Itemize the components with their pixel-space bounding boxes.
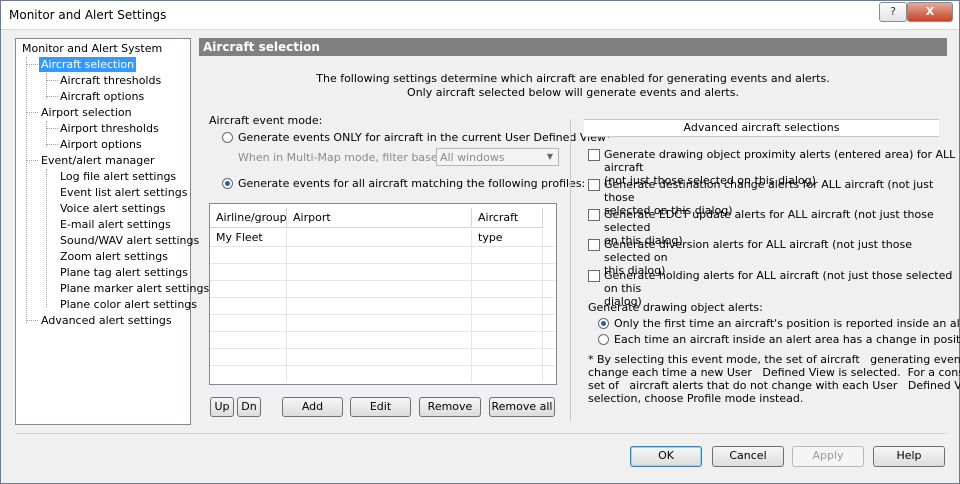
tree-connector bbox=[26, 112, 38, 113]
advanced-selections-title: Advanced aircraft selections bbox=[584, 119, 939, 137]
tree-connector bbox=[26, 160, 38, 161]
remove-all-button[interactable]: Remove all bbox=[489, 397, 555, 417]
tree-item-aircraft-thresholds[interactable]: Aircraft thresholds bbox=[58, 73, 163, 88]
tree-item-airport-options[interactable]: Airport options bbox=[58, 137, 144, 152]
tree-connector bbox=[26, 320, 38, 321]
note-line: selection, choose Profile mode instead. bbox=[588, 392, 804, 405]
column-header-airline[interactable]: Airline/group bbox=[210, 208, 287, 228]
table-cell bbox=[287, 230, 472, 246]
tree-item-aircraft-selection[interactable]: Aircraft selection bbox=[39, 57, 137, 72]
tree-connector bbox=[46, 169, 47, 307]
chevron-down-icon: ▼ bbox=[546, 152, 554, 161]
tree-connector bbox=[46, 128, 58, 129]
tree-connector bbox=[46, 96, 58, 97]
tree-item-monitor-alert-system[interactable]: Monitor and Alert System bbox=[20, 41, 164, 56]
tree-connector bbox=[46, 80, 58, 81]
tree-connector bbox=[26, 57, 27, 323]
radio-selected-dot bbox=[601, 321, 606, 326]
ok-button[interactable]: OK bbox=[630, 446, 702, 467]
multimap-filter-label: When in Multi-Map mode, filter based on: bbox=[238, 151, 466, 164]
checkbox-label-line: Generate destination change alerts for A… bbox=[604, 178, 934, 204]
panel-description: The following settings determine which a… bbox=[199, 72, 947, 100]
tree-item-advanced-alert[interactable]: Advanced alert settings bbox=[39, 313, 174, 328]
note-line: change each time a new User Defined View… bbox=[588, 366, 960, 379]
title-bar: Monitor and Alert Settings ? X bbox=[1, 1, 959, 30]
checkbox-label-line: Generate diversion alerts for ALL aircra… bbox=[604, 238, 912, 264]
diversion-checkbox[interactable] bbox=[588, 239, 600, 251]
tree-item-airport-thresholds[interactable]: Airport thresholds bbox=[58, 121, 161, 136]
tree-item-event-alert-manager[interactable]: Event/alert manager bbox=[39, 153, 157, 168]
tree-item-email-alert[interactable]: E-mail alert settings bbox=[58, 217, 173, 232]
add-button[interactable]: Add bbox=[282, 397, 343, 417]
table-row-empty bbox=[210, 332, 556, 349]
table-row-empty bbox=[210, 349, 556, 366]
help-button[interactable]: Help bbox=[873, 446, 945, 467]
profiles-table[interactable]: Airline/group Airport Aircraft type My F… bbox=[209, 203, 557, 385]
table-row-empty bbox=[210, 281, 556, 298]
holding-checkbox[interactable] bbox=[588, 270, 600, 282]
view-mode-label[interactable]: Generate events ONLY for aircraft in the… bbox=[238, 131, 612, 144]
description-line: Only aircraft selected below will genera… bbox=[407, 86, 739, 99]
drawing-first-label[interactable]: Only the first time an aircraft's positi… bbox=[614, 317, 960, 330]
tree-item-event-list-alert[interactable]: Event list alert settings bbox=[58, 185, 189, 200]
settings-tree[interactable]: Monitor and Alert System Aircraft select… bbox=[15, 38, 209, 425]
tree-item-voice-alert[interactable]: Voice alert settings bbox=[58, 201, 168, 216]
tree-connector bbox=[46, 144, 58, 145]
tree-item-plane-marker-alert[interactable]: Plane marker alert settings bbox=[58, 281, 211, 296]
tree-item-airport-selection[interactable]: Airport selection bbox=[39, 105, 134, 120]
profiles-mode-radio[interactable] bbox=[222, 178, 233, 189]
window-title: Monitor and Alert Settings bbox=[9, 8, 167, 22]
drawing-each-label[interactable]: Each time an aircraft inside an alert ar… bbox=[614, 333, 960, 346]
apply-button[interactable]: Apply bbox=[792, 446, 864, 467]
view-mode-radio[interactable] bbox=[222, 132, 233, 143]
multimap-filter-value: All windows bbox=[440, 151, 505, 164]
event-mode-label: Aircraft event mode: bbox=[209, 114, 323, 127]
description-line: The following settings determine which a… bbox=[316, 72, 830, 85]
checkbox-label-line: Generate drawing object proximity alerts… bbox=[604, 148, 956, 174]
multimap-filter-select[interactable]: All windows ▼ bbox=[436, 148, 559, 166]
footer-divider bbox=[15, 433, 947, 434]
tree-connector bbox=[26, 64, 38, 65]
drawing-each-radio[interactable] bbox=[598, 334, 609, 345]
move-down-button[interactable]: Dn bbox=[237, 397, 261, 417]
tree-item-sound-wav-alert[interactable]: Sound/WAV alert settings bbox=[58, 233, 201, 248]
settings-dialog: Monitor and Alert Settings ? X Monitor a… bbox=[0, 0, 960, 484]
profiles-mode-label[interactable]: Generate events for all aircraft matchin… bbox=[238, 177, 585, 190]
edit-button[interactable]: Edit bbox=[350, 397, 411, 417]
table-row-empty bbox=[210, 366, 556, 382]
radio-selected-dot bbox=[225, 181, 230, 186]
drawing-alerts-label: Generate drawing object alerts: bbox=[588, 301, 763, 314]
tree-item-aircraft-options[interactable]: Aircraft options bbox=[58, 89, 146, 104]
note-line: set of aircraft alerts that do not chang… bbox=[588, 379, 960, 392]
table-cell: My Fleet bbox=[210, 230, 287, 246]
checkbox-label-line: Generate EDCT update alerts for ALL airc… bbox=[604, 208, 934, 234]
table-row-empty bbox=[210, 298, 556, 315]
table-cell bbox=[472, 230, 543, 246]
move-up-button[interactable]: Up bbox=[210, 397, 234, 417]
table-row[interactable]: My Fleet bbox=[210, 230, 556, 247]
help-title-button[interactable]: ? bbox=[879, 2, 907, 22]
tree-item-plane-color-alert[interactable]: Plane color alert settings bbox=[58, 297, 199, 312]
column-header-airport[interactable]: Airport bbox=[287, 208, 472, 228]
close-button[interactable]: X bbox=[907, 2, 953, 22]
column-header-aircraft-type[interactable]: Aircraft type bbox=[472, 208, 543, 244]
table-row-empty bbox=[210, 247, 556, 264]
tree-item-plane-tag-alert[interactable]: Plane tag alert settings bbox=[58, 265, 190, 280]
profile-mode-note: * By selecting this event mode, the set … bbox=[588, 353, 960, 405]
table-row-empty bbox=[210, 315, 556, 332]
edct-update-checkbox[interactable] bbox=[588, 209, 600, 221]
remove-button[interactable]: Remove bbox=[419, 397, 481, 417]
note-line: * By selecting this event mode, the set … bbox=[588, 353, 960, 366]
checkbox-label-line: Generate holding alerts for ALL aircraft… bbox=[604, 269, 953, 295]
tree-item-log-file-alert[interactable]: Log file alert settings bbox=[58, 169, 178, 184]
destination-change-checkbox[interactable] bbox=[588, 179, 600, 191]
proximity-all-checkbox[interactable] bbox=[588, 149, 600, 161]
drawing-first-radio[interactable] bbox=[598, 318, 609, 329]
panel-title: Aircraft selection bbox=[199, 38, 947, 56]
tree-item-zoom-alert[interactable]: Zoom alert settings bbox=[58, 249, 170, 264]
table-row-empty bbox=[210, 264, 556, 281]
column-separator bbox=[570, 119, 571, 421]
cancel-button[interactable]: Cancel bbox=[712, 446, 784, 467]
